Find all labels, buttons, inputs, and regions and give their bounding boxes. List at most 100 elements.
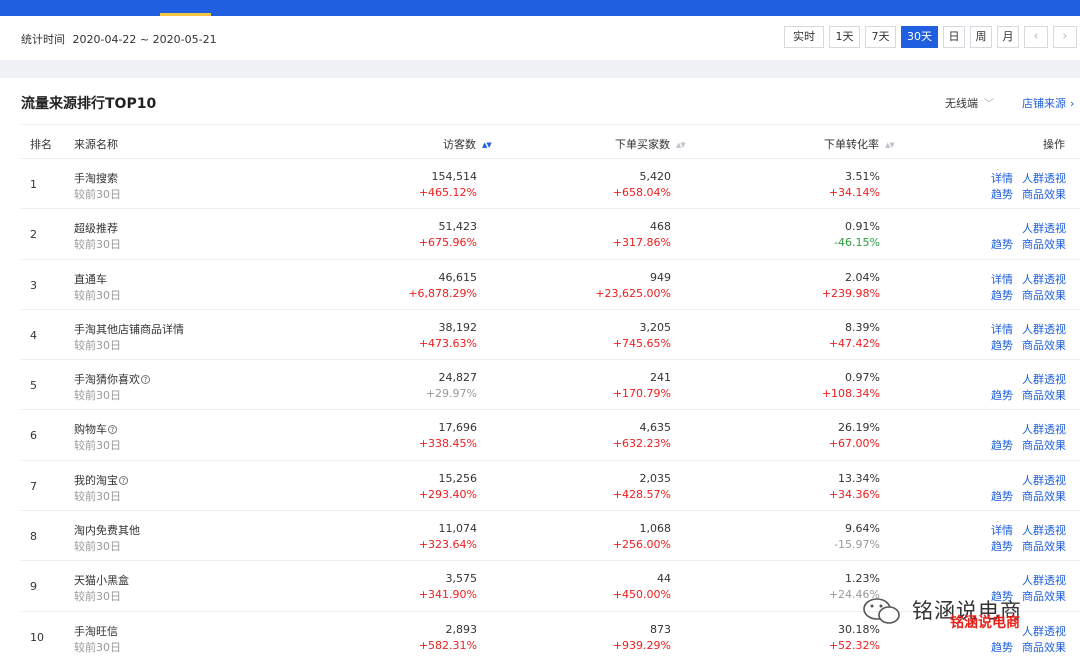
range-button[interactable]: 日 — [943, 26, 965, 48]
trend-link[interactable]: 趋势 — [991, 186, 1013, 202]
help-icon[interactable]: ? — [108, 425, 117, 435]
product-effect-link[interactable]: 商品效果 — [1022, 488, 1066, 504]
prev-period-button[interactable]: ‹ — [1024, 26, 1048, 48]
compare-label: 较前30日 — [74, 389, 121, 403]
rate-change: +47.42% — [828, 336, 880, 350]
source-name: 我的淘宝? — [74, 472, 128, 488]
source-name-text: 手淘搜索 — [74, 172, 118, 185]
buyers-value: 949 — [650, 270, 671, 284]
trend-link[interactable]: 趋势 — [991, 538, 1013, 554]
product-effect-link[interactable]: 商品效果 — [1022, 387, 1066, 403]
chevron-right-icon: › — [1070, 97, 1075, 110]
crowd-insight-link[interactable]: 人群透视 — [1022, 522, 1066, 538]
crowd-insight-link[interactable]: 人群透视 — [1022, 572, 1066, 588]
range-button[interactable]: 7天 — [865, 26, 896, 48]
crowd-insight-link[interactable]: 人群透视 — [1022, 170, 1066, 186]
product-effect-link[interactable]: 商品效果 — [1022, 639, 1066, 655]
rate-value: 1.23% — [845, 572, 880, 586]
col-rate[interactable]: 下单转化率 ▲▼ — [824, 136, 895, 152]
range-button[interactable]: 月 — [997, 26, 1019, 48]
buyers-change: +23,625.00% — [595, 286, 671, 300]
product-effect-link[interactable]: 商品效果 — [1022, 287, 1066, 303]
trend-link[interactable]: 趋势 — [991, 387, 1013, 403]
table-row: 8 淘内免费其他 较前30日 11,074 +323.64% 1,068 +256.00% 9… — [21, 511, 1080, 562]
source-name-text: 手淘旺信 — [74, 624, 118, 638]
sort-icon[interactable]: ▲▼ — [676, 141, 686, 149]
help-icon[interactable]: ? — [141, 375, 150, 385]
visitors-change: +29.97% — [425, 387, 477, 401]
rate-value: 3.51% — [845, 170, 880, 183]
product-effect-link[interactable]: 商品效果 — [1022, 236, 1066, 252]
trend-link[interactable]: 趋势 — [991, 236, 1013, 252]
rate-change: +34.36% — [828, 487, 880, 501]
visitors-change: +675.96% — [418, 236, 477, 250]
crowd-insight-link[interactable]: 人群透视 — [1022, 220, 1066, 236]
col-buyers[interactable]: 下单买家数 ▲▼ — [615, 136, 686, 152]
table-row: 6 购物车? 较前30日 17,696 +338.45% 4,635 +632.23% 26.… — [21, 410, 1080, 461]
product-effect-link[interactable]: 商品效果 — [1022, 186, 1066, 202]
detail-link[interactable]: 详情 — [991, 321, 1013, 337]
help-icon[interactable]: ? — [119, 475, 128, 485]
product-effect-link[interactable]: 商品效果 — [1022, 337, 1066, 353]
next-period-button[interactable]: › — [1053, 26, 1077, 48]
col-visitors[interactable]: 访客数 ▲▼ — [443, 136, 492, 152]
detail-link[interactable]: 详情 — [991, 170, 1013, 186]
product-effect-link[interactable]: 商品效果 — [1022, 437, 1066, 453]
buyers-change: +632.23% — [612, 437, 671, 451]
detail-link[interactable]: 详情 — [991, 271, 1013, 287]
range-button[interactable]: 周 — [970, 26, 992, 48]
rate-value: 0.97% — [845, 371, 880, 385]
buyers-value: 2,035 — [639, 471, 672, 485]
rank-number: 9 — [30, 580, 37, 594]
visitors-change: +341.90% — [418, 588, 477, 602]
crowd-insight-link[interactable]: 人群透视 — [1022, 421, 1066, 437]
rate-value: 26.19% — [838, 421, 880, 435]
crowd-insight-link[interactable]: 人群透视 — [1022, 271, 1066, 287]
stats-period-range: 2020-04-22 ~ 2020-05-21 — [72, 33, 217, 46]
buyers-value: 873 — [650, 622, 671, 636]
sort-icon[interactable]: ▲▼ — [885, 141, 895, 149]
buyers-value: 468 — [650, 220, 671, 234]
rate-change: +34.14% — [828, 186, 880, 199]
visitors-value: 38,192 — [438, 320, 478, 334]
trend-link[interactable]: 趋势 — [991, 639, 1013, 655]
trend-link[interactable]: 趋势 — [991, 437, 1013, 453]
crowd-insight-link[interactable]: 人群透视 — [1022, 472, 1066, 488]
rate-change: +67.00% — [828, 437, 880, 451]
range-button-group: 实时 1天 7天 30天日周月 ‹ › — [784, 26, 1077, 48]
crowd-insight-link[interactable]: 人群透视 — [1022, 371, 1066, 387]
col-buyers-label: 下单买家数 — [615, 138, 670, 151]
source-name-text: 淘内免费其他 — [74, 524, 140, 538]
visitors-value: 46,615 — [438, 270, 478, 284]
source-name: 购物车? — [74, 421, 117, 437]
range-button[interactable]: 30天 — [901, 26, 938, 48]
buyers-change: +256.00% — [612, 538, 671, 552]
buyers-change: +939.29% — [612, 638, 671, 652]
col-source: 来源名称 — [74, 138, 118, 151]
device-select-value: 无线端 — [945, 97, 978, 110]
buyers-change: +745.65% — [612, 336, 671, 350]
trend-link[interactable]: 趋势 — [991, 337, 1013, 353]
range-button[interactable]: 实时 — [784, 26, 824, 48]
buyers-change: +450.00% — [612, 588, 671, 602]
detail-link[interactable]: 详情 — [991, 522, 1013, 538]
range-button[interactable]: 1天 — [829, 26, 860, 48]
visitors-value: 17,696 — [438, 421, 478, 435]
visitors-value: 15,256 — [438, 471, 478, 485]
device-select[interactable]: 无线端 ﹀ — [945, 95, 994, 111]
source-name-text: 直通车 — [74, 272, 107, 286]
col-visitors-label: 访客数 — [443, 138, 476, 151]
table-header: 排名 来源名称 访客数 ▲▼ 下单买家数 ▲▼ 下单转化率 ▲▼ 操作 — [21, 124, 1080, 159]
stats-period: 统计时间 2020-04-22 ~ 2020-05-21 — [21, 31, 217, 47]
trend-link[interactable]: 趋势 — [991, 488, 1013, 504]
product-effect-link[interactable]: 商品效果 — [1022, 538, 1066, 554]
buyers-change: +170.79% — [612, 387, 671, 401]
trend-link[interactable]: 趋势 — [991, 287, 1013, 303]
visitors-change: +6,878.29% — [408, 286, 477, 300]
shop-source-link[interactable]: 店铺来源 › — [1022, 95, 1074, 111]
source-name: 手淘旺信 — [74, 623, 118, 639]
sort-desc-icon[interactable]: ▲▼ — [482, 141, 492, 149]
crowd-insight-link[interactable]: 人群透视 — [1022, 321, 1066, 337]
visitors-change: +582.31% — [418, 638, 477, 652]
rank-number: 4 — [30, 328, 37, 342]
